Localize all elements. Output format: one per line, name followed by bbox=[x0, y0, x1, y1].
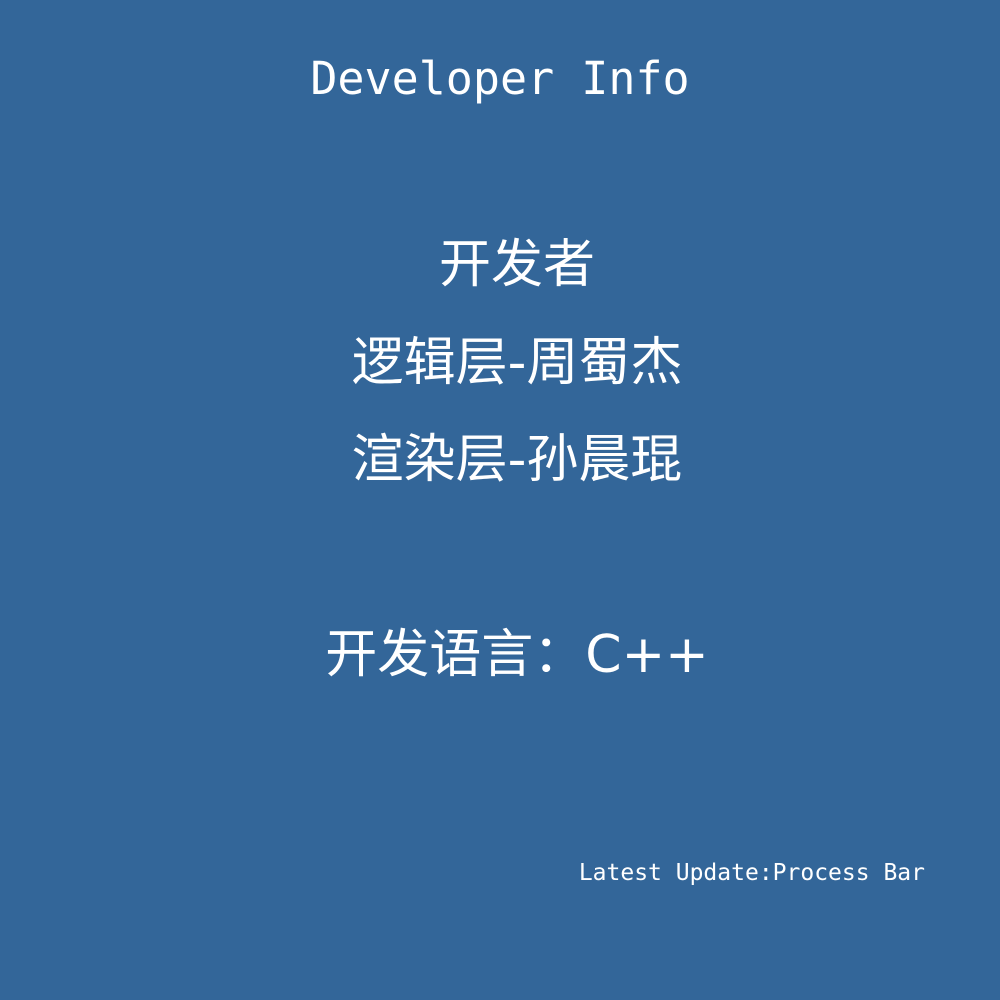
logic-layer-developer: 逻辑层-周蜀杰 bbox=[351, 333, 683, 393]
latest-update-note: Latest Update:Process Bar bbox=[578, 860, 925, 886]
developers-heading: 开发者 bbox=[438, 235, 595, 295]
page-title: Developer Info bbox=[310, 52, 690, 105]
render-layer-developer: 渲染层-孙晨琨 bbox=[351, 430, 683, 490]
development-language: 开发语言：C++ bbox=[325, 625, 709, 685]
